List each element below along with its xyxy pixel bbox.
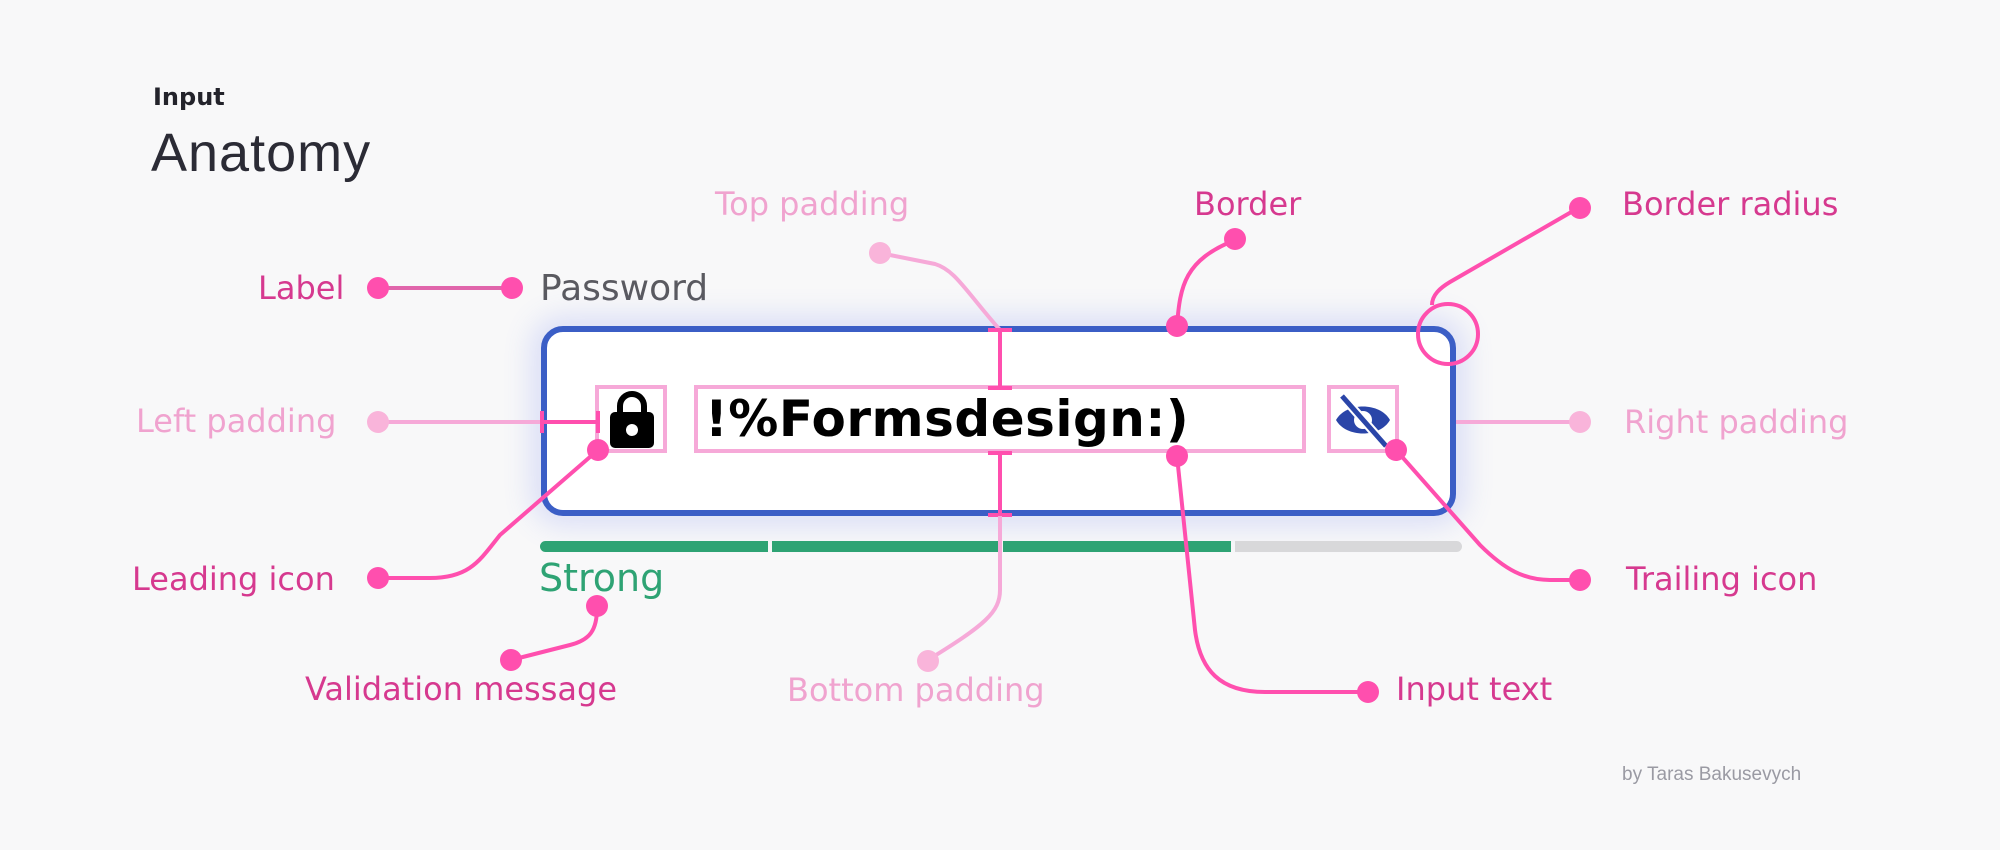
bottom-padding-leader	[926, 516, 1002, 662]
annotation-validation-message: Validation message	[305, 670, 617, 708]
annotation-right-padding: Right padding	[1624, 403, 1849, 441]
border-radius-leader	[1430, 205, 1581, 306]
annotation-trailing-icon: Trailing icon	[1626, 560, 1818, 598]
annotation-border-radius: Border radius	[1622, 185, 1839, 223]
annotation-top-padding: Top padding	[715, 185, 910, 223]
author-credit: by Taras Bakusevych	[1622, 764, 1802, 785]
leading-icon-leader	[378, 448, 600, 580]
annotation-border: Border	[1194, 185, 1302, 223]
border-leader	[1175, 238, 1236, 327]
label-dot-start	[367, 277, 389, 299]
annotation-left-padding: Left padding	[136, 402, 337, 440]
annotation-leading-icon: Leading icon	[132, 560, 335, 598]
label-dot-end	[501, 277, 523, 299]
left-padding-dot	[367, 411, 389, 433]
border-radius-marker	[1416, 302, 1480, 366]
top-padding-leader	[879, 251, 1002, 332]
input-text-leader	[1175, 455, 1368, 694]
annotation-bottom-padding: Bottom padding	[787, 671, 1045, 709]
validation-leader	[510, 607, 599, 662]
annotation-input-text: Input text	[1396, 670, 1553, 708]
trailing-icon-leader	[1394, 448, 1580, 582]
annotation-label: Label	[258, 269, 345, 307]
